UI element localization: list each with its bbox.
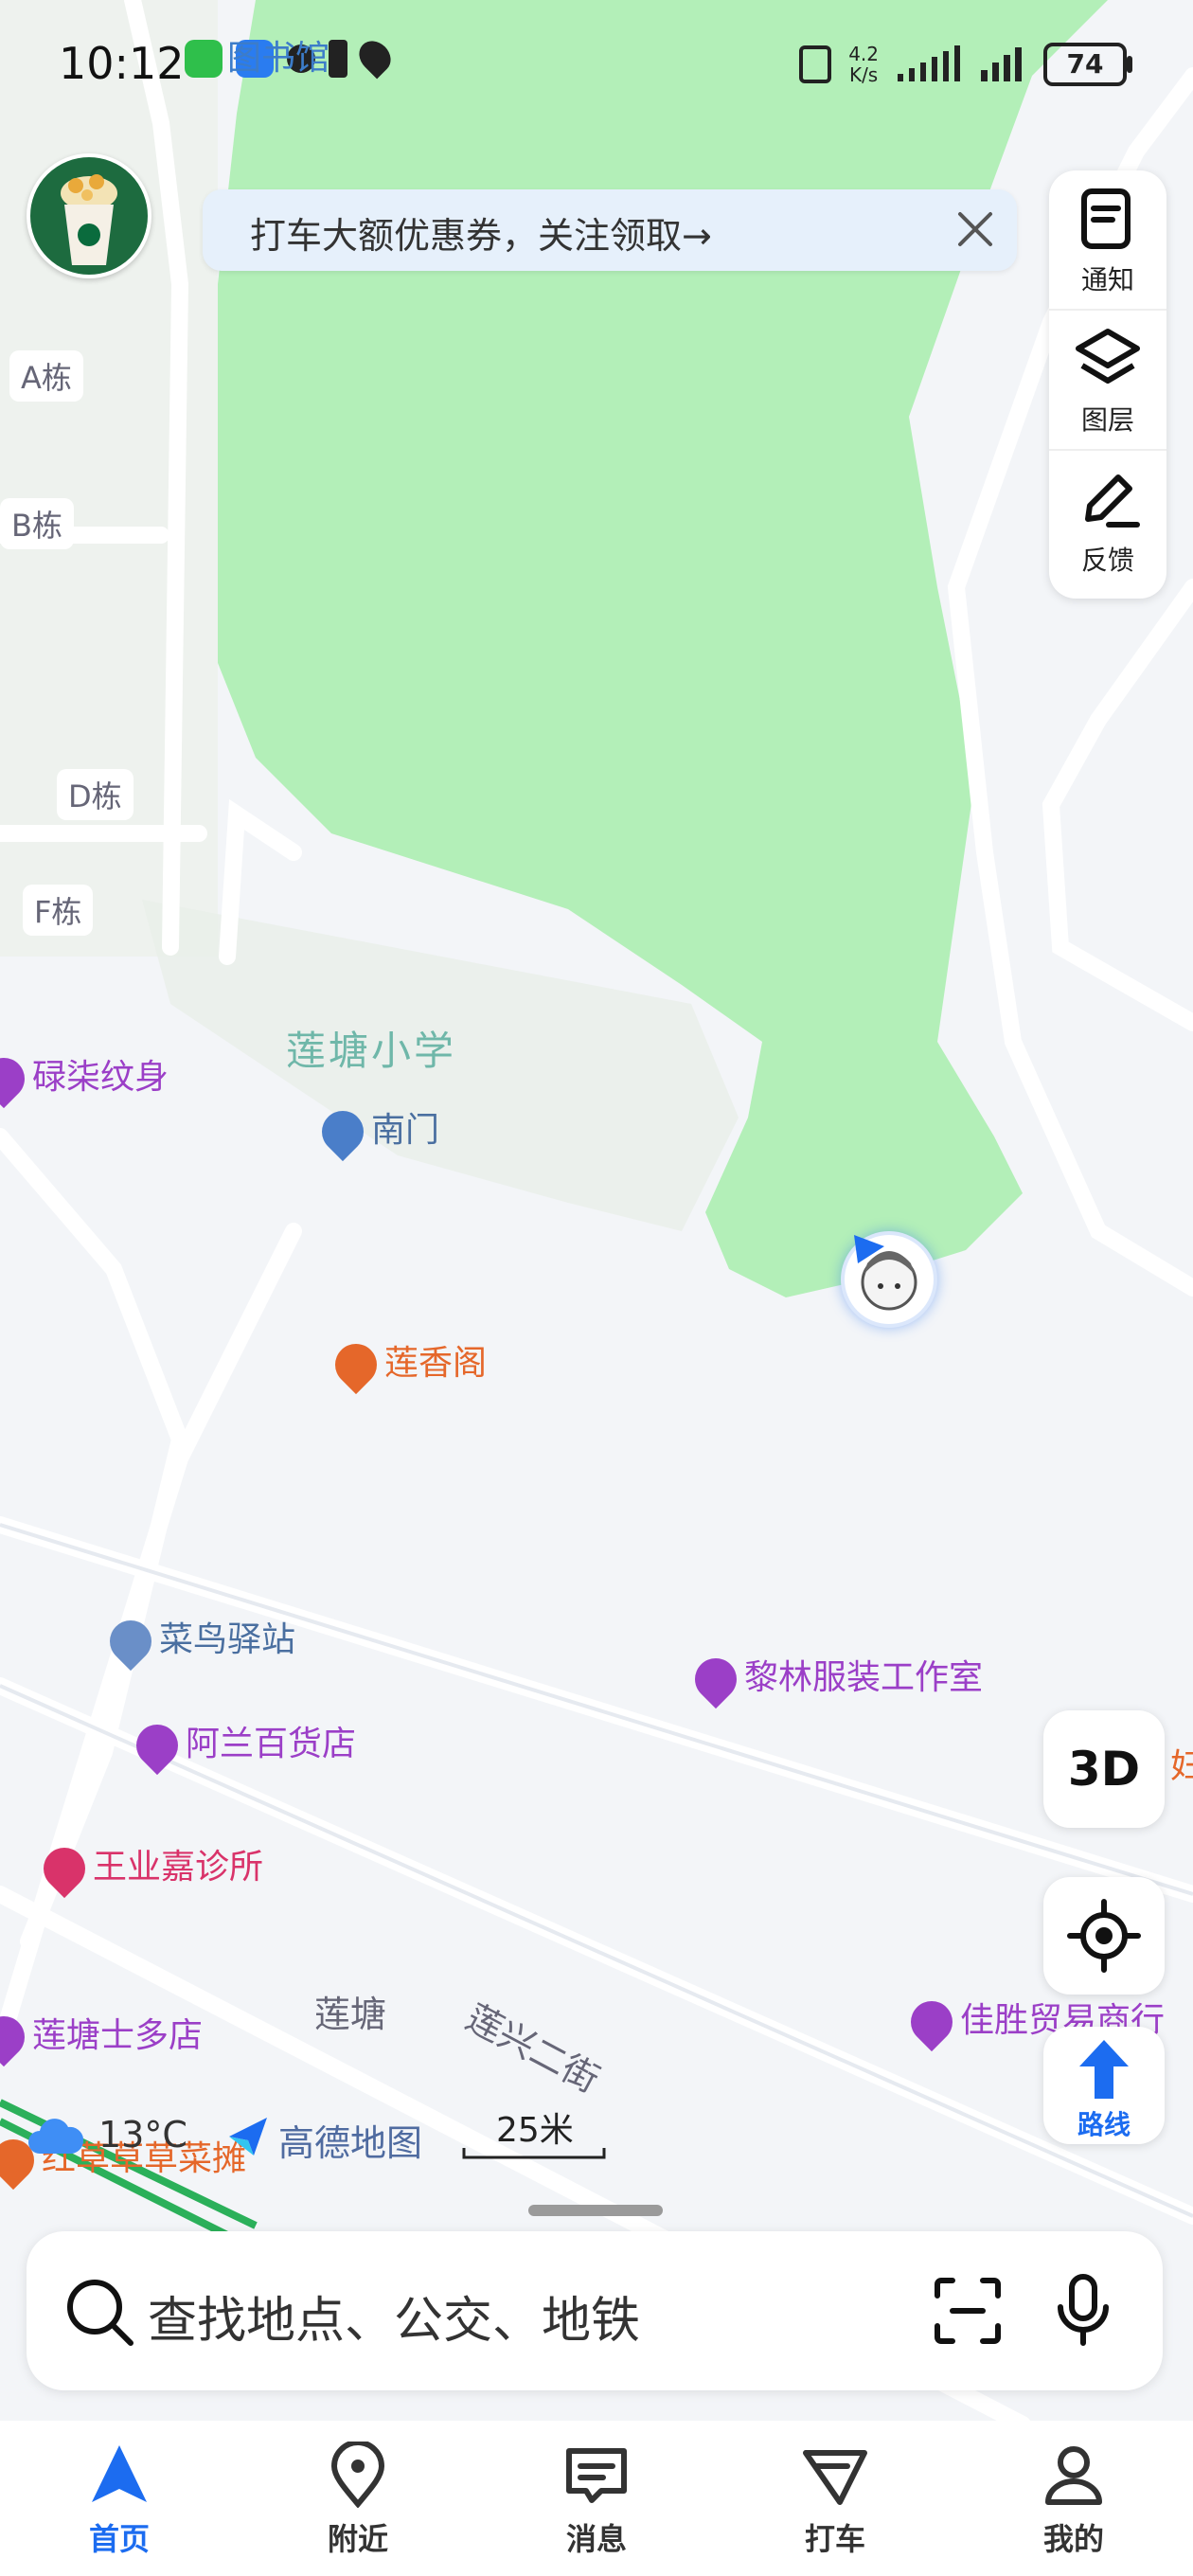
notify-label: 通知 [1080, 264, 1134, 295]
tab-profile[interactable]: 我的 [954, 2421, 1193, 2576]
tab-home[interactable]: 首页 [0, 2421, 239, 2576]
status-time: 10:12 [59, 38, 185, 89]
shop-pin-icon [686, 1649, 746, 1709]
bottom-tab-bar: 首页 附近 消息 打车 我的 [0, 2421, 1193, 2576]
net-speed: 4.2 K/s [848, 43, 879, 86]
feedback-button[interactable]: 反馈 [1049, 451, 1166, 589]
gate-pin-icon [312, 1101, 373, 1162]
building-label-f: F栋 [23, 885, 94, 936]
route-button[interactable]: 路线 [1043, 2027, 1165, 2144]
poi-south-gate[interactable]: 南门 [312, 1101, 439, 1162]
poi-tattoo[interactable]: 碌柒纹身 [0, 1048, 169, 1109]
locate-icon [1067, 1899, 1141, 1973]
brand-label: 高德地图 [278, 2122, 423, 2164]
poi-store[interactable]: 莲塘士多店 [0, 2007, 203, 2067]
tab-label: 附近 [327, 2521, 388, 2557]
microphone-icon[interactable] [1055, 2273, 1112, 2349]
cart-pin-icon [0, 2007, 34, 2067]
tab-label: 我的 [1042, 2521, 1104, 2557]
signal-icon-1 [898, 45, 960, 81]
feedback-label: 反馈 [1080, 545, 1134, 576]
signal-icon-2 [981, 47, 1022, 81]
courier-pin-icon [100, 1611, 161, 1672]
vibrate-icon [799, 45, 832, 83]
cloud-icon [28, 2119, 83, 2154]
building-label-d: D栋 [57, 769, 134, 820]
notify-button[interactable]: 通知 [1049, 170, 1166, 311]
battery-indicator: 74 [1043, 43, 1132, 86]
promo-banner-text: 打车大额优惠券，关注领取→ [250, 215, 712, 257]
layers-button[interactable]: 图层 [1049, 311, 1166, 451]
scale-bar [462, 2148, 606, 2159]
map-tool-panel: 通知 图层 反馈 [1049, 170, 1166, 599]
taxi-icon [803, 2450, 867, 2505]
library-label: 图书馆 [227, 39, 330, 78]
clinic-pin-icon [34, 1838, 95, 1899]
poi-dept-store[interactable]: 阿兰百货店 [127, 1715, 356, 1776]
sheet-drag-handle[interactable] [528, 2205, 663, 2216]
message-icon [566, 2448, 627, 2503]
tab-label: 打车 [804, 2521, 865, 2557]
building-label-b: B栋 [0, 498, 74, 549]
tab-nearby[interactable]: 附近 [239, 2421, 477, 2576]
layers-icon [1076, 329, 1140, 384]
scale-label: 25米 [496, 2111, 574, 2150]
status-right: 4.2 K/s 74 [799, 43, 1132, 86]
search-icon [67, 2280, 134, 2346]
poi-pin-icon [0, 1048, 34, 1109]
home-navigation-icon [92, 2445, 147, 2502]
building-label-a: A栋 [9, 350, 83, 402]
starbucks-drink-icon [61, 174, 117, 265]
location-pin-icon [330, 2440, 385, 2509]
locate-button[interactable] [1043, 1877, 1165, 1995]
tab-label: 消息 [565, 2521, 627, 2557]
cart-pin-icon [901, 1992, 962, 2052]
3d-toggle-button[interactable]: 3D [1043, 1710, 1165, 1828]
user-avatar[interactable] [27, 153, 151, 278]
search-placeholder: 查找地点、公交、地铁 [148, 2293, 641, 2350]
status-bar: 10:12 图书馆 4.2 K/s 74 [0, 0, 1193, 133]
amap-logo-icon [229, 2118, 267, 2156]
poi-edge-label[interactable]: 妇 [1170, 1739, 1193, 1788]
scan-icon[interactable] [934, 2277, 1002, 2345]
notification-icon [1081, 188, 1131, 249]
poi-clothing[interactable]: 黎林服装工作室 [686, 1649, 983, 1709]
school-label[interactable]: 莲塘小学 [286, 1019, 456, 1077]
weather-temp: 13°C [98, 2114, 187, 2156]
heading-arrow-icon [854, 1235, 884, 1263]
wechat-icon [185, 40, 223, 78]
route-label: 路线 [1077, 2109, 1131, 2140]
area-label: 莲塘 [314, 1994, 387, 2035]
tab-taxi[interactable]: 打车 [716, 2421, 954, 2576]
tab-messages[interactable]: 消息 [477, 2421, 716, 2576]
user-icon [1045, 2446, 1102, 2505]
layers-label: 图层 [1080, 404, 1134, 436]
cart-pin-icon [127, 1715, 187, 1776]
restaurant-pin-icon [326, 1334, 386, 1395]
search-bar[interactable]: 查找地点、公交、地铁 [27, 2231, 1163, 2390]
edit-icon [1085, 474, 1140, 528]
poi-restaurant[interactable]: 莲香阁 [326, 1334, 487, 1395]
tab-label: 首页 [88, 2521, 150, 2557]
bluetooth-icon [329, 40, 347, 78]
route-arrow-icon [1079, 2040, 1129, 2099]
poi-clinic[interactable]: 王业嘉诊所 [34, 1838, 263, 1899]
promo-banner[interactable]: 打车大额优惠券，关注领取→ [203, 189, 1017, 271]
close-icon[interactable] [953, 206, 998, 252]
poi-courier[interactable]: 菜鸟驿站 [100, 1611, 295, 1672]
location-icon [352, 34, 398, 80]
